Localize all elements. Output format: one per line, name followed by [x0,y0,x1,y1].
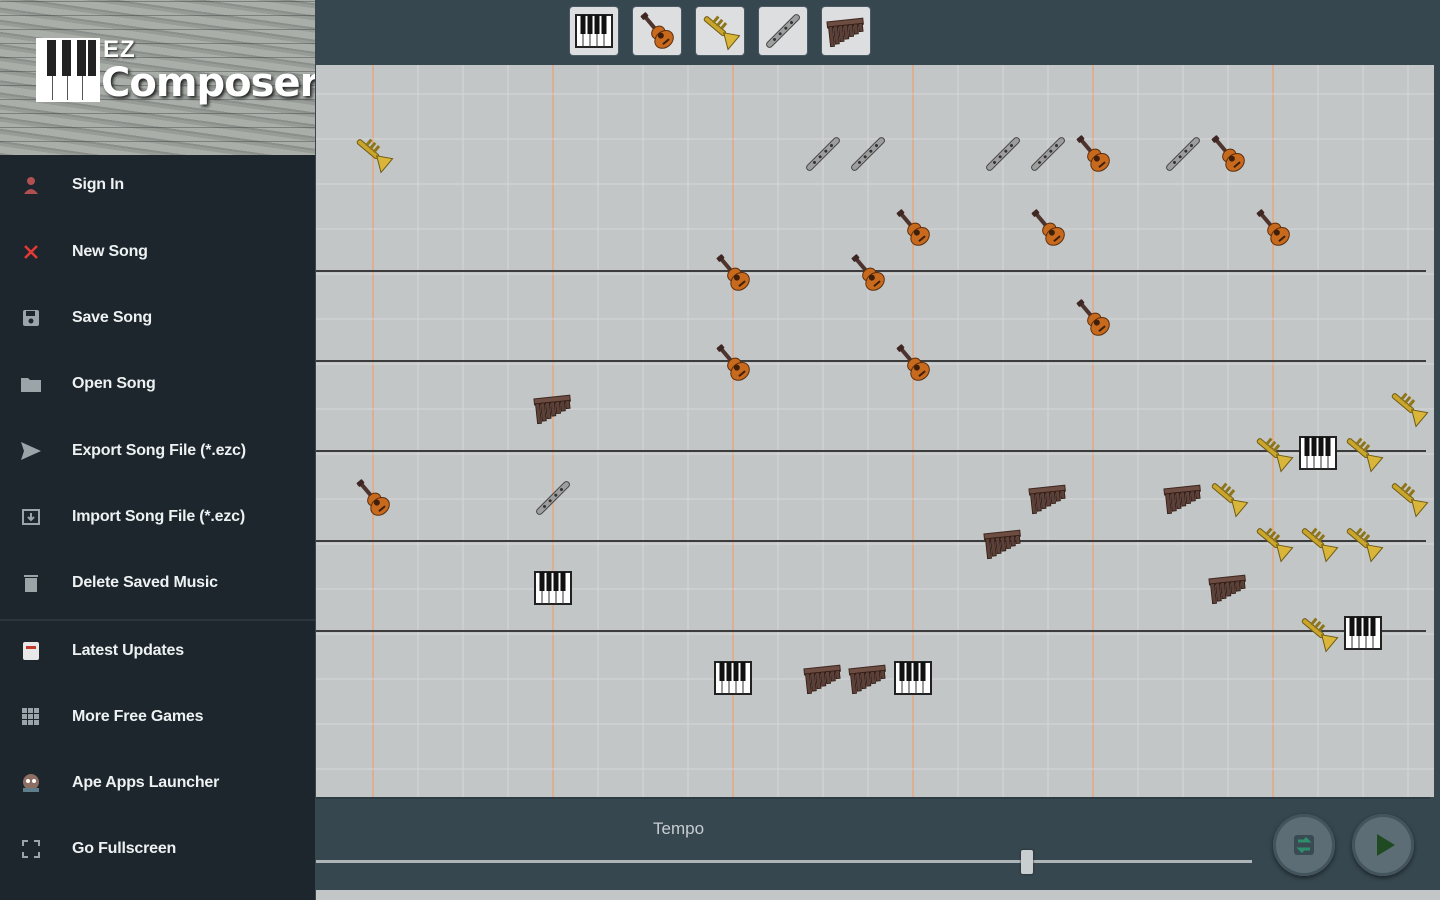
menu-item-label: Open Song [72,375,156,392]
instrument-button-guitar[interactable] [633,7,681,55]
menu-item-new-song[interactable]: New Song [0,222,315,282]
guitar-icon [640,12,674,49]
panflute-icon [826,17,864,48]
menu-item-label: More Free Games [72,708,204,725]
play-icon [1377,834,1395,856]
menu-item-open-song[interactable]: Open Song [0,354,315,414]
menu-item-go-fullscreen[interactable]: Go Fullscreen [0,819,315,879]
flute-icon [766,14,800,48]
note-guitar[interactable] [1026,205,1068,249]
grid-icon [20,706,42,728]
note-guitar[interactable] [351,475,393,519]
fullscreen-icon [20,838,42,860]
menu-item-export-song-file-ezc[interactable]: Export Song File (*.ezc) [0,421,315,481]
send-icon [20,440,42,462]
loop-button[interactable] [1273,814,1335,876]
loop-icon [1294,835,1314,855]
import-icon [20,506,42,528]
composition-grid[interactable] [316,65,1434,797]
note-piano[interactable] [894,661,932,695]
trumpet-icon [703,15,740,51]
instrument-button-flute[interactable] [759,7,807,55]
menu-item-save-song[interactable]: Save Song [0,288,315,348]
instrument-toolbar [315,0,1440,63]
note-piano[interactable] [1344,616,1382,650]
menu-item-label: Go Fullscreen [72,840,177,857]
trash-icon [20,572,42,594]
tempo-label: Tempo [653,819,705,838]
menu-item-label: Latest Updates [72,642,184,659]
menu-divider [0,619,315,621]
save-icon [20,307,42,329]
navigation-drawer: EZ Composer Sign In New Song Save Song Open… [0,0,315,900]
menu-item-label: Delete Saved Music [72,574,218,591]
menu-item-delete-saved-music[interactable]: Delete Saved Music [0,553,315,613]
menu-item-sign-in[interactable]: Sign In [0,155,315,215]
note-guitar[interactable] [1071,131,1113,175]
instrument-button-trumpet[interactable] [696,7,744,55]
logo-piano-icon [36,38,100,102]
menu-item-latest-updates[interactable]: Latest Updates [0,621,315,681]
tempo-slider-thumb[interactable] [1021,850,1033,874]
playback-bar: Tempo [316,797,1430,892]
user-icon [20,174,42,196]
menu-item-ape-apps-launcher[interactable]: Ape Apps Launcher [0,753,315,813]
menu-item-import-song-file-ezc[interactable]: Import Song File (*.ezc) [0,487,315,547]
play-button[interactable] [1352,814,1414,876]
folder-icon [20,373,42,395]
tempo-slider[interactable] [316,860,1252,863]
instrument-button-piano[interactable] [570,7,618,55]
launcher-icon [20,772,42,794]
menu-item-label: Ape Apps Launcher [72,774,220,791]
drawer-header: EZ Composer [0,0,315,155]
menu-item-more-free-games[interactable]: More Free Games [0,687,315,747]
menu-item-label: Sign In [72,176,124,193]
note-piano[interactable] [1299,436,1337,470]
menu-item-label: Save Song [72,309,153,326]
updates-icon [20,640,42,662]
note-guitar[interactable] [891,205,933,249]
instrument-button-panflute[interactable] [822,7,870,55]
piano-icon [575,14,613,48]
close-icon [20,241,42,263]
note-piano[interactable] [714,661,752,695]
note-guitar[interactable] [1071,295,1113,339]
logo-title: Composer [101,60,315,106]
note-piano[interactable] [534,571,572,605]
menu-item-label: Export Song File (*.ezc) [72,442,246,459]
note-guitar[interactable] [1251,205,1293,249]
grid-canvas[interactable] [316,65,1434,797]
bottom-edge [316,890,1440,900]
menu-item-label: Import Song File (*.ezc) [72,508,245,525]
menu-item-label: New Song [72,243,148,260]
note-guitar[interactable] [1206,131,1248,175]
